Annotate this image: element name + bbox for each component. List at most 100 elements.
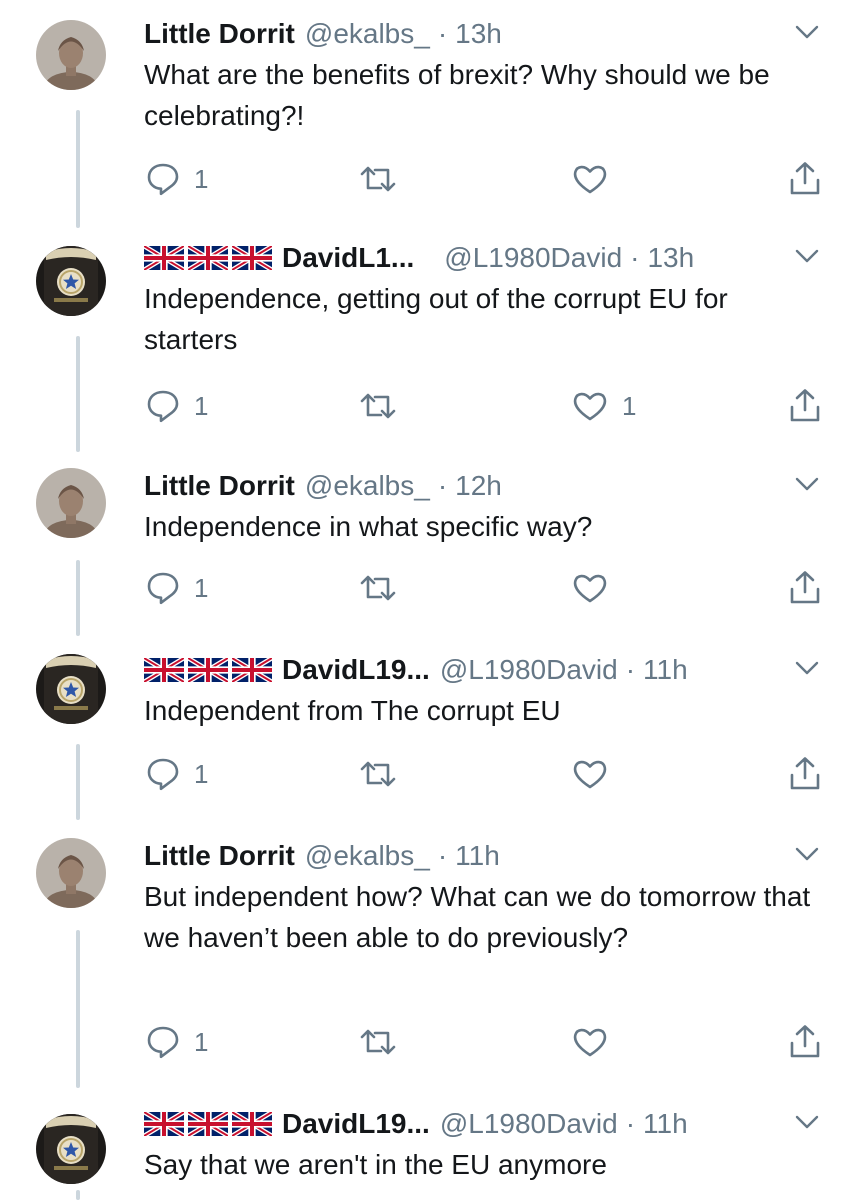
like-button[interactable] — [572, 566, 622, 610]
timestamp[interactable]: 13h — [647, 242, 694, 274]
tweet-header: DavidL19... @L1980David · 11h — [144, 650, 688, 690]
reply-button[interactable]: 1 — [146, 566, 208, 610]
flag-emojis — [144, 1112, 272, 1136]
heart-icon — [573, 392, 607, 421]
heart-icon — [573, 165, 607, 194]
separator-dot: · — [437, 18, 448, 49]
share-button[interactable] — [788, 752, 822, 796]
display-name[interactable]: DavidL1... — [282, 242, 414, 274]
display-name[interactable]: Little Dorrit — [144, 18, 295, 50]
reply-thread: Little Dorrit @ekalbs_ · 13h What are th… — [0, 0, 858, 1200]
timestamp[interactable]: 13h — [455, 18, 502, 50]
reply-button[interactable]: 1 — [146, 1020, 208, 1064]
username[interactable]: @ekalbs_ — [305, 18, 430, 50]
reply-button[interactable]: 1 — [146, 157, 208, 201]
tweet-header: Little Dorrit @ekalbs_ · 12h — [144, 466, 502, 506]
reply-count: 1 — [194, 758, 209, 789]
timestamp[interactable]: 11h — [643, 654, 688, 686]
tweet[interactable]: DavidL19... @L1980David · 11h Independen… — [0, 650, 858, 836]
reply-icon — [147, 572, 179, 605]
chevron-down-icon[interactable] — [794, 1114, 820, 1135]
reply-icon — [147, 758, 179, 791]
display-name[interactable]: Little Dorrit — [144, 470, 295, 502]
tweet-text: Independence, getting out of the corrupt… — [144, 283, 728, 355]
union-jack-flag-icon — [232, 1112, 272, 1136]
like-count: 1 — [622, 390, 637, 421]
chevron-down-icon[interactable] — [794, 24, 820, 45]
tweet[interactable]: Little Dorrit @ekalbs_ · 11h But indepen… — [0, 836, 858, 1100]
action-bar: 1 — [0, 752, 858, 796]
username[interactable]: @ekalbs_ — [305, 470, 430, 502]
union-jack-flag-icon — [188, 658, 228, 682]
share-icon — [790, 162, 820, 195]
display-name[interactable]: DavidL19... — [282, 1108, 430, 1140]
avatar[interactable] — [36, 838, 106, 908]
timestamp[interactable]: 12h — [455, 470, 502, 502]
retweet-button[interactable] — [358, 752, 398, 796]
action-bar: 1 1 — [0, 384, 858, 428]
reply-button[interactable]: 1 — [146, 752, 208, 796]
like-button[interactable] — [572, 752, 622, 796]
retweet-button[interactable] — [358, 384, 398, 428]
retweet-icon — [360, 166, 396, 192]
tweet-text: Say that we aren't in the EU anymore — [144, 1149, 607, 1180]
retweet-icon — [360, 393, 396, 419]
union-jack-flag-icon — [188, 246, 228, 270]
union-jack-flag-icon — [144, 658, 184, 682]
retweet-button[interactable] — [358, 1020, 398, 1064]
avatar[interactable] — [36, 246, 106, 316]
tweet[interactable]: DavidL19... @L1980David · 11h Say that w… — [0, 1104, 858, 1200]
reply-count: 1 — [194, 1026, 209, 1057]
share-button[interactable] — [788, 384, 822, 428]
heart-icon — [573, 760, 607, 789]
retweet-button[interactable] — [358, 566, 398, 610]
username[interactable]: @L1980David — [444, 242, 622, 274]
timestamp[interactable]: 11h — [455, 840, 500, 872]
tweet-header: Little Dorrit @ekalbs_ · 11h — [144, 836, 500, 876]
thread-connector-line — [76, 930, 80, 1088]
reply-count: 1 — [194, 163, 209, 194]
avatar[interactable] — [36, 654, 106, 724]
separator-dot: · — [625, 1108, 636, 1139]
reply-count: 1 — [194, 390, 209, 421]
display-name[interactable]: DavidL19... — [282, 654, 430, 686]
tweet[interactable]: DavidL1... @L1980David · 13h Independenc… — [0, 238, 858, 468]
username[interactable]: @ekalbs_ — [305, 840, 430, 872]
reply-icon — [147, 163, 179, 196]
share-icon — [790, 571, 820, 604]
chevron-down-icon[interactable] — [794, 476, 820, 497]
retweet-button[interactable] — [358, 157, 398, 201]
share-button[interactable] — [788, 566, 822, 610]
reply-icon — [147, 1026, 179, 1059]
display-name[interactable]: Little Dorrit — [144, 840, 295, 872]
like-button[interactable] — [572, 157, 622, 201]
reply-button[interactable]: 1 — [146, 384, 208, 428]
separator-dot: · — [630, 242, 640, 273]
tweet-text: Independence in what specific way? — [144, 511, 593, 542]
retweet-icon — [360, 575, 396, 601]
share-icon — [790, 757, 820, 790]
avatar[interactable] — [36, 20, 106, 90]
avatar[interactable] — [36, 1114, 106, 1184]
username[interactable]: @L1980David — [440, 1108, 618, 1140]
chevron-down-icon[interactable] — [794, 846, 820, 867]
like-button[interactable] — [572, 1020, 622, 1064]
timestamp[interactable]: 11h — [643, 1108, 688, 1140]
tweet-text: What are the benefits of brexit? Why sho… — [144, 59, 770, 131]
union-jack-flag-icon — [232, 246, 272, 270]
avatar[interactable] — [36, 468, 106, 538]
union-jack-flag-icon — [232, 658, 272, 682]
tweet[interactable]: Little Dorrit @ekalbs_ · 12h Independenc… — [0, 466, 858, 652]
chevron-down-icon[interactable] — [794, 660, 820, 681]
share-icon — [790, 389, 820, 422]
heart-icon — [573, 574, 607, 603]
tweet[interactable]: Little Dorrit @ekalbs_ · 13h What are th… — [0, 14, 858, 244]
flag-emojis — [144, 246, 272, 270]
like-button[interactable]: 1 — [572, 384, 636, 428]
username[interactable]: @L1980David — [440, 654, 618, 686]
tweet-header: DavidL19... @L1980David · 11h — [144, 1104, 688, 1144]
chevron-down-icon[interactable] — [794, 248, 820, 269]
share-button[interactable] — [788, 157, 822, 201]
separator-dot: · — [625, 654, 636, 685]
share-button[interactable] — [788, 1020, 822, 1064]
